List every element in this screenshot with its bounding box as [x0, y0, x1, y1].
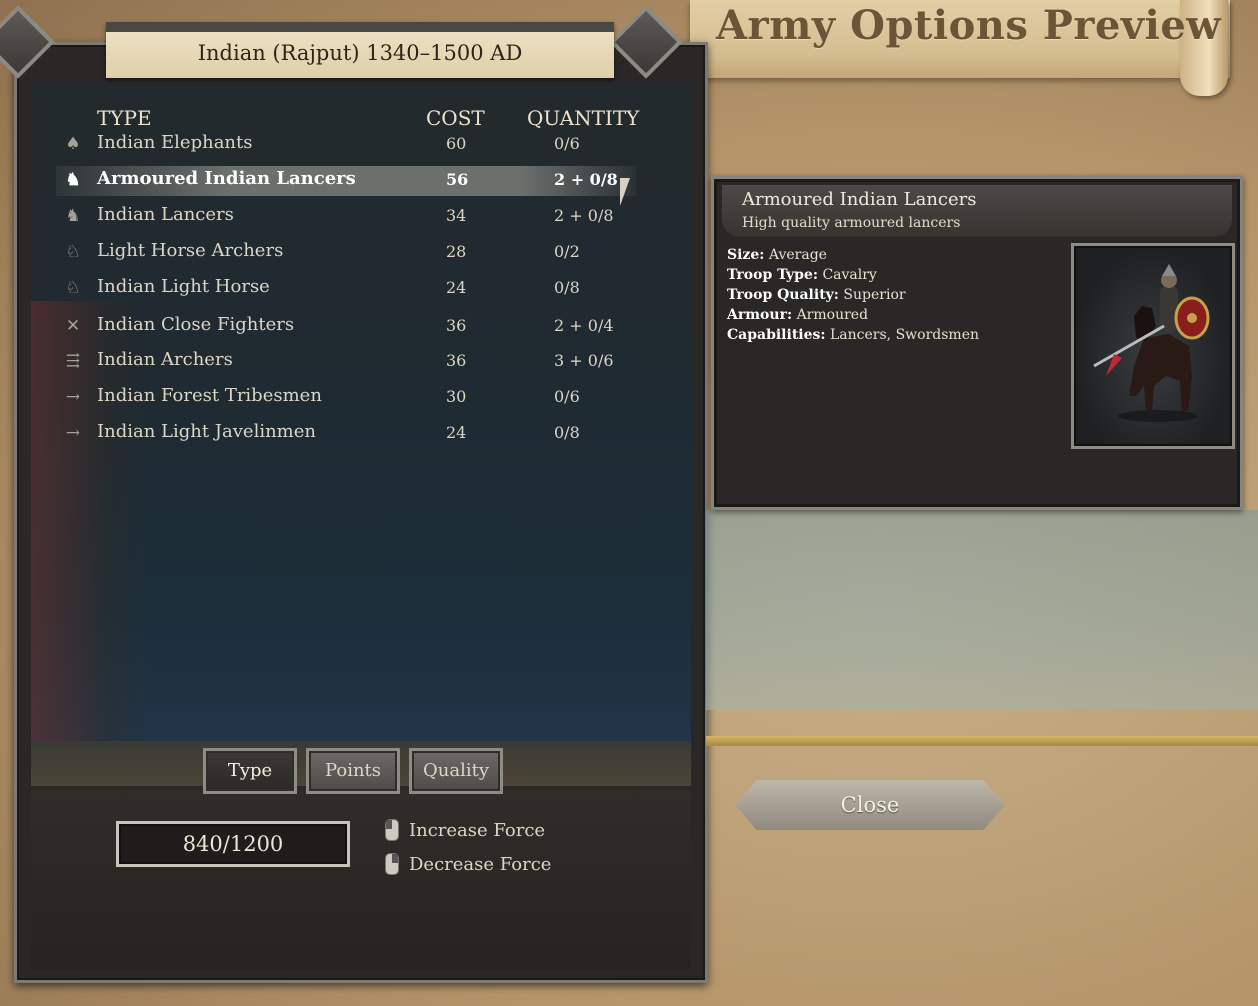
unit-row[interactable]: ♘ Indian Light Horse 24 0/8	[56, 274, 636, 304]
horse-icon: ♘	[65, 278, 81, 298]
unit-name: Indian Close Fighters	[97, 314, 295, 335]
unit-cost: 34	[446, 206, 467, 225]
backdrop-sky	[706, 510, 1258, 710]
unit-quantity: 3 + 0/6	[554, 351, 614, 370]
column-header-cost[interactable]: COST	[426, 106, 485, 130]
unit-detail-panel: Armoured Indian Lancers High quality arm…	[711, 176, 1243, 510]
increase-force-label: Increase Force	[409, 820, 546, 841]
javelin-icon: →	[65, 387, 81, 407]
unit-row[interactable]: ✕ Indian Close Fighters 36 2 + 0/4	[56, 312, 636, 342]
stat-troop-type: Troop Type: Cavalry	[727, 267, 877, 283]
unit-row[interactable]: → Indian Light Javelinmen 24 0/8	[56, 419, 636, 449]
unit-quantity: 0/2	[554, 242, 580, 261]
right-click-icon	[385, 853, 399, 875]
unit-detail-header: Armoured Indian Lancers High quality arm…	[722, 185, 1232, 237]
controls-area	[31, 790, 691, 970]
javelin-icon: →	[65, 423, 81, 443]
army-points-display: 840/1200	[116, 821, 350, 867]
unit-row[interactable]: ♞ Indian Lancers 34 2 + 0/8	[56, 202, 636, 232]
left-click-icon	[385, 819, 399, 841]
backdrop-stripe	[706, 736, 1258, 746]
unit-name: Indian Light Javelinmen	[97, 421, 316, 442]
unit-cost: 30	[446, 387, 467, 406]
decrease-force-label: Decrease Force	[409, 854, 552, 875]
crossed-swords-icon: ✕	[65, 316, 81, 336]
stat-armour: Armour: Armoured	[727, 307, 869, 323]
unit-row[interactable]: ♘ Light Horse Archers 28 0/2	[56, 238, 636, 268]
horse-icon: ♞	[65, 206, 81, 226]
unit-cost: 60	[446, 134, 467, 153]
unit-cost: 36	[446, 316, 467, 335]
arrows-icon: ⇶	[65, 351, 81, 371]
sort-type-button[interactable]: Type	[203, 748, 297, 794]
unit-name: Armoured Indian Lancers	[97, 168, 356, 189]
column-header-type[interactable]: TYPE	[97, 106, 152, 130]
sort-points-button[interactable]: Points	[306, 748, 400, 794]
unit-cost: 36	[446, 351, 467, 370]
unit-name: Indian Light Horse	[97, 276, 270, 297]
unit-detail-name: Armoured Indian Lancers	[742, 189, 977, 210]
elephant-icon: ♠	[65, 134, 81, 154]
unit-quantity: 2 + 0/8	[554, 170, 618, 189]
unit-name: Indian Forest Tribesmen	[97, 385, 322, 406]
horse-icon: ♘	[65, 242, 81, 262]
sort-quality-button[interactable]: Quality	[409, 748, 503, 794]
unit-name: Indian Lancers	[97, 204, 234, 225]
unit-quantity: 0/6	[554, 134, 580, 153]
unit-name: Indian Archers	[97, 349, 233, 370]
unit-cost: 28	[446, 242, 467, 261]
faction-tab: Indian (Rajput) 1340–1500 AD	[106, 22, 614, 78]
unit-quantity: 0/8	[554, 423, 580, 442]
stat-troop-quality: Troop Quality: Superior	[727, 287, 906, 303]
unit-name: Indian Elephants	[97, 132, 253, 153]
unit-portrait	[1071, 243, 1235, 449]
stat-size: Size: Average	[727, 247, 827, 263]
unit-quantity: 2 + 0/8	[554, 206, 614, 225]
page-title: Army Options Preview	[716, 2, 1222, 49]
mouse-cursor-icon	[620, 178, 630, 206]
unit-cost: 24	[446, 423, 467, 442]
unit-row[interactable]: ♠ Indian Elephants 60 0/6	[56, 130, 636, 160]
unit-detail-subtitle: High quality armoured lancers	[742, 215, 961, 231]
close-button[interactable]: Close	[735, 780, 1005, 830]
lancer-figure-icon	[1093, 264, 1210, 422]
unit-quantity: 0/6	[554, 387, 580, 406]
unit-row[interactable]: ⇶ Indian Archers 36 3 + 0/6	[56, 347, 636, 377]
unit-row[interactable]: ♞ Armoured Indian Lancers 56 2 + 0/8	[56, 166, 636, 196]
column-header-quantity[interactable]: QUANTITY	[527, 106, 639, 130]
unit-cost: 56	[446, 170, 469, 189]
unit-cost: 24	[446, 278, 467, 297]
unit-name: Light Horse Archers	[97, 240, 284, 261]
faction-title: Indian (Rajput) 1340–1500 AD	[197, 41, 523, 65]
unit-quantity: 0/8	[554, 278, 580, 297]
stat-capabilities: Capabilities: Lancers, Swordsmen	[727, 327, 979, 343]
unit-quantity: 2 + 0/4	[554, 316, 614, 335]
unit-row[interactable]: → Indian Forest Tribesmen 30 0/6	[56, 383, 636, 413]
horse-icon: ♞	[65, 170, 81, 190]
